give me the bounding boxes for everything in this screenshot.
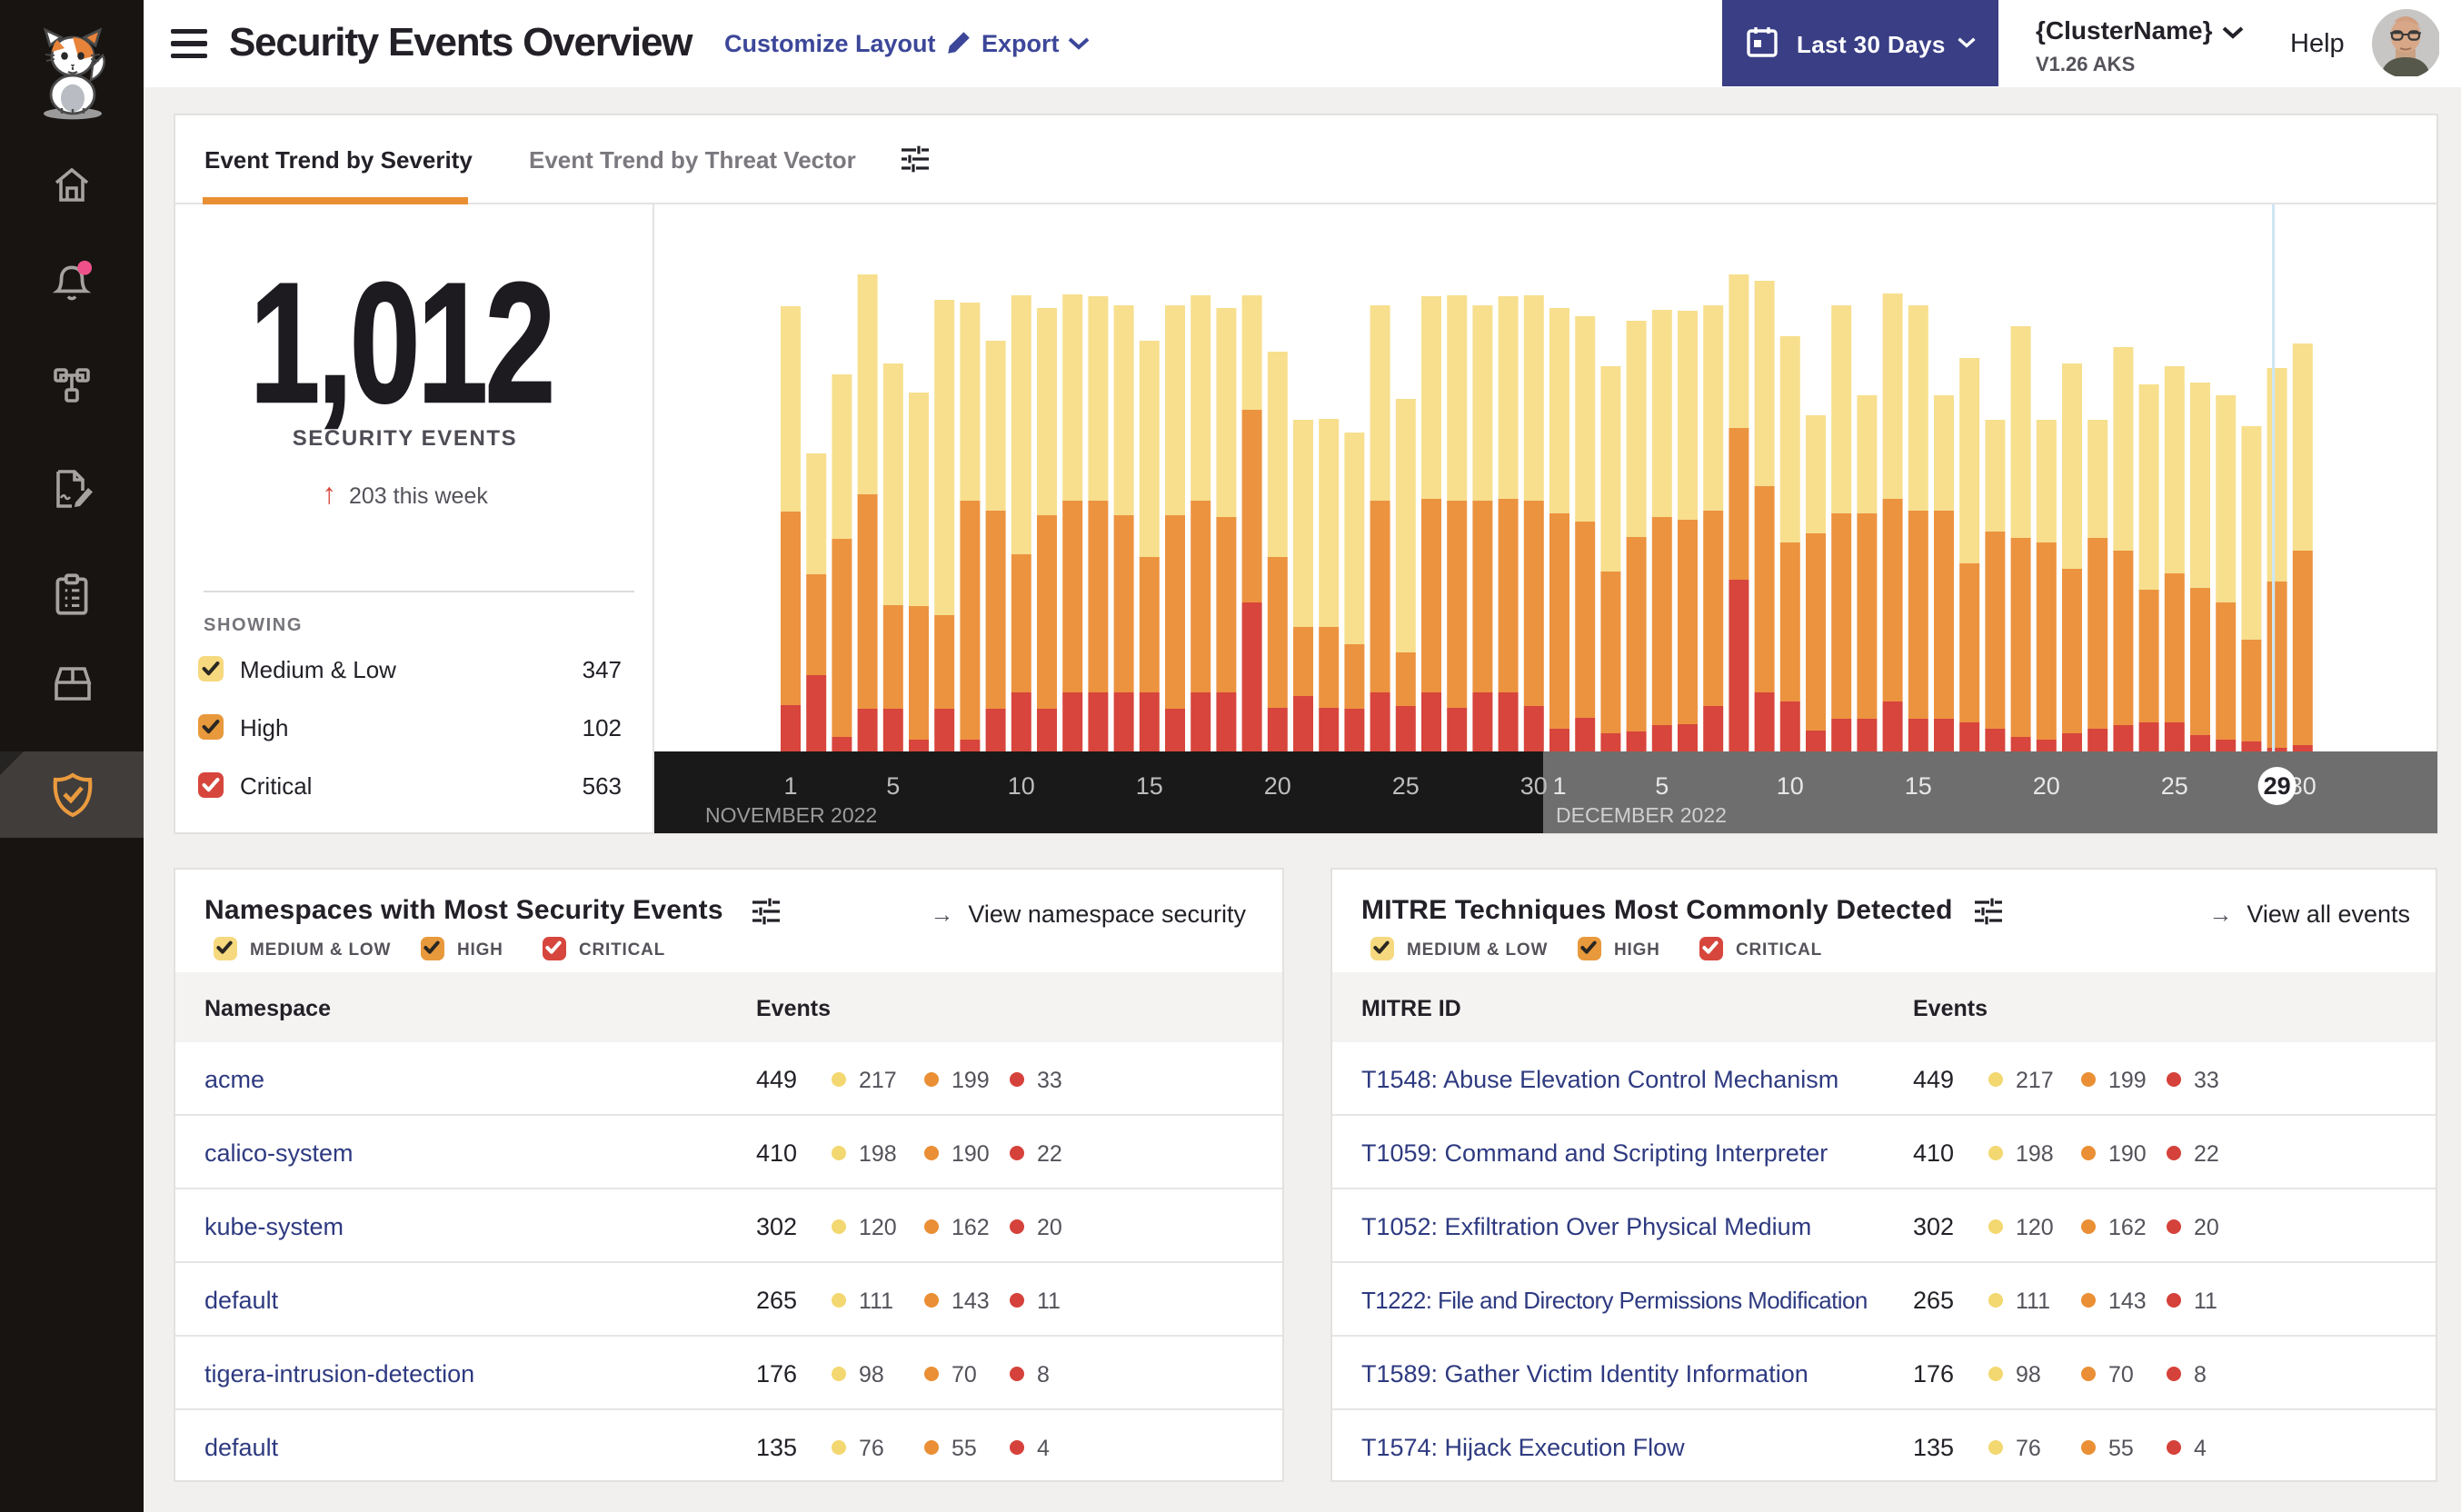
svg-text:29: 29 — [2264, 772, 2291, 800]
svg-text:10: 10 — [1777, 772, 1804, 800]
svg-text:5: 5 — [1655, 772, 1669, 800]
svg-text:DECEMBER 2022: DECEMBER 2022 — [1556, 803, 1727, 827]
svg-text:25: 25 — [2161, 772, 2188, 800]
svg-text:5: 5 — [886, 772, 900, 800]
svg-text:20: 20 — [2033, 772, 2060, 800]
svg-text:15: 15 — [1136, 772, 1163, 800]
svg-text:30: 30 — [1520, 772, 1548, 800]
svg-text:25: 25 — [1392, 772, 1420, 800]
svg-text:15: 15 — [1905, 772, 1932, 800]
svg-text:10: 10 — [1008, 772, 1035, 800]
svg-text:1: 1 — [1552, 772, 1566, 800]
svg-text:NOVEMBER 2022: NOVEMBER 2022 — [705, 803, 877, 827]
svg-text:20: 20 — [1264, 772, 1291, 800]
svg-text:1: 1 — [783, 772, 797, 800]
